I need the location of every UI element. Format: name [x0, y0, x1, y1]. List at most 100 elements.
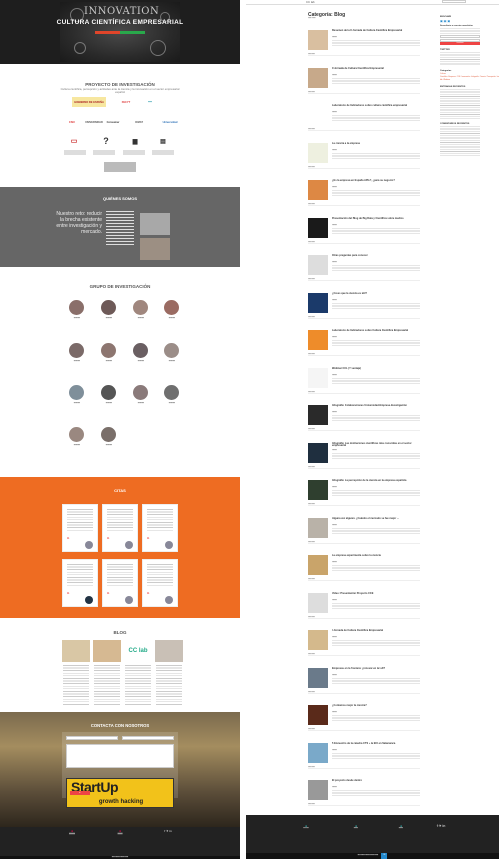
post-thumbnail[interactable]: [308, 330, 328, 350]
quote-card-6: “: [142, 559, 178, 607]
footer: ● ▮▮▮▮▮▮ ● ▮▮▮▮▮ f ✈ in: [0, 827, 240, 856]
blog-card-3[interactable]: CC lab: [124, 640, 152, 710]
post-meta: ▮▮▮▮▮▮: [332, 599, 337, 601]
post-footer: ▮▮▮▮▮▮▮▮▮: [308, 467, 420, 469]
post-title[interactable]: Empresas en la frontera: ¿innovar en la …: [332, 667, 420, 671]
post-excerpt: [332, 115, 420, 122]
post-excerpt: [332, 340, 420, 347]
subscribe-button[interactable]: Suscríbete: [440, 42, 480, 46]
post-thumbnail[interactable]: [308, 67, 328, 88]
about-image-1: [140, 213, 170, 235]
post-footer: ▮▮▮▮▮▮▮▮▮: [308, 167, 420, 169]
tag-link[interactable]: Ciencia: [480, 76, 486, 78]
post-excerpt: [332, 715, 420, 722]
tag-link[interactable]: Cultura Científica: [440, 73, 448, 78]
post-thumbnail[interactable]: [308, 217, 328, 238]
team-member-avatar: [164, 385, 179, 400]
post-title[interactable]: Laboratorio de Indicadores sobre cultura…: [332, 104, 420, 108]
site-logo[interactable]: CC lab: [306, 0, 315, 4]
blog-card-2[interactable]: [93, 640, 121, 710]
post-thumbnail[interactable]: [308, 630, 328, 650]
post-thumbnail[interactable]: [308, 592, 328, 613]
team-member-name: ▮▮▮▮▮▮▮: [105, 444, 113, 446]
post-title[interactable]: 5 Encuentro de la catedra CTS + la ECI e…: [332, 742, 420, 746]
post-thumbnail[interactable]: [308, 292, 328, 313]
post-meta: ▮▮▮▮▮▮: [332, 712, 337, 713]
post-thumbnail[interactable]: [308, 30, 328, 50]
post-title[interactable]: Infografía: Las instituciones científica…: [332, 442, 420, 449]
post-title[interactable]: Alguna vez alguien. ¿Cuándo el mercado s…: [332, 517, 420, 521]
search-input[interactable]: [442, 0, 466, 3]
post-excerpt: [332, 265, 420, 272]
post-title[interactable]: Vídeo: Presentación Proyecto CCE: [332, 592, 420, 596]
phone-icon: ●: [354, 824, 358, 828]
post-thumbnail[interactable]: [308, 555, 328, 575]
post-thumbnail[interactable]: [308, 142, 328, 163]
post-title[interactable]: La empresa experimenta sobre la ciencia: [332, 554, 420, 558]
post-thumbnail[interactable]: [308, 105, 328, 125]
newsletter-name[interactable]: [440, 34, 480, 38]
newsletter-email[interactable]: [440, 38, 480, 42]
post-thumbnail[interactable]: [308, 480, 328, 500]
team-member-avatar: [133, 343, 148, 358]
social-icons[interactable]: ▣ ▣ ▣: [440, 19, 480, 23]
post-footer: ▮▮▮▮▮▮▮▮▮: [308, 129, 420, 131]
team-member-name: ▮▮▮▮▮▮▮: [168, 317, 176, 319]
post-title[interactable]: La ciencia a la empresa: [332, 142, 420, 146]
blog-card-1[interactable]: [62, 640, 90, 710]
post-title[interactable]: Presentación del Blog de Big Data y Cien…: [332, 217, 420, 221]
group-icon: ▆: [132, 138, 138, 145]
post-thumbnail[interactable]: [308, 780, 328, 800]
hero-button-green[interactable]: [120, 31, 145, 34]
tag-cloud: Cultura CientíficaEmpresaCCEInnovaciónIn…: [440, 73, 499, 82]
post-title[interactable]: I Jornada de Cultura Científica Empresar…: [332, 629, 420, 633]
post-title[interactable]: El proyecto desde dentro: [332, 779, 420, 783]
post-title[interactable]: ¿Contamos mejor la ciencia?: [332, 704, 420, 708]
hero-button-red[interactable]: [95, 31, 120, 34]
post-thumbnail[interactable]: [308, 442, 328, 463]
post-title[interactable]: II Jornada de Cultura Científica Empresa…: [332, 67, 420, 71]
footer-social[interactable]: f ✈ in: [421, 824, 461, 828]
post-title[interactable]: Infografía: La percepción de la ciencia …: [332, 479, 420, 483]
tag-link[interactable]: Percepción: [487, 76, 496, 78]
team-member-avatar: [101, 385, 116, 400]
tag-link[interactable]: CCE: [457, 76, 461, 78]
send-button[interactable]: ▸: [70, 791, 90, 795]
post-footer: ▮▮▮▮▮▮▮▮▮: [308, 392, 420, 394]
post-title[interactable]: Resumen de la II Jornada de Cultura Cien…: [332, 29, 420, 33]
post-footer: ▮▮▮▮▮▮▮▮▮: [308, 54, 420, 56]
tag-link[interactable]: Empresa: [449, 76, 456, 78]
quote-card-2: “: [102, 504, 138, 552]
post-thumbnail[interactable]: [308, 705, 328, 725]
tag-link[interactable]: Innovación: [462, 76, 471, 78]
post-meta: ▮▮▮▮▮▮: [332, 37, 337, 38]
post-thumbnail[interactable]: [308, 367, 328, 388]
tag-link[interactable]: Infografía: [471, 76, 479, 78]
post-thumbnail[interactable]: [308, 742, 328, 763]
post-title[interactable]: Webinar CCL (Y ventaja): [332, 367, 420, 371]
team-member-name: ▮▮▮▮▮▮▮: [105, 402, 113, 404]
post-thumbnail[interactable]: [308, 255, 328, 275]
post-footer: ▮▮▮▮▮▮▮▮▮: [308, 729, 420, 731]
post-thumbnail[interactable]: [308, 517, 328, 538]
post-title[interactable]: Infografía: Colaboraciones Universidad-E…: [332, 404, 420, 408]
categories-label: Categorías: [440, 70, 452, 73]
twitter-label: TWITTER: [440, 49, 450, 52]
innovation-word: INNOVATION: [84, 6, 160, 17]
name-field[interactable]: [66, 736, 118, 740]
footer-social[interactable]: f ✈ in: [144, 829, 192, 833]
post-title[interactable]: Otras preguntas para conocer: [332, 254, 420, 258]
cookie-accept-button[interactable]: OK: [381, 853, 388, 859]
post-thumbnail[interactable]: [308, 667, 328, 688]
post-title[interactable]: Laboratorio de Indicadores sobre Cultura…: [332, 329, 420, 333]
post-thumbnail[interactable]: [308, 180, 328, 200]
fecyt-text: ▮▮▮▮: [148, 101, 152, 103]
message-field[interactable]: [66, 744, 174, 768]
post-title[interactable]: ¿Crees que la ciencia es útil?: [332, 292, 420, 296]
tag-link[interactable]: Webinar: [443, 79, 450, 81]
post-title[interactable]: ¿Es la empresa en España APIs?, ¿para su…: [332, 179, 420, 183]
team-member-name: ▮▮▮▮▮▮▮: [73, 360, 81, 362]
email-field[interactable]: [122, 736, 174, 740]
blog-card-4[interactable]: [155, 640, 183, 710]
post-thumbnail[interactable]: [308, 405, 328, 425]
